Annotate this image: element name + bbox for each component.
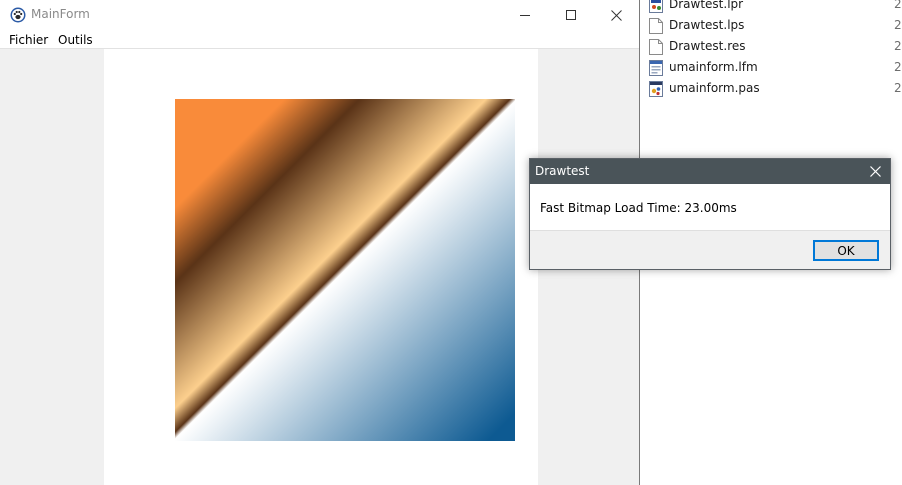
file-date: 29: [894, 60, 902, 74]
maximize-button[interactable]: [548, 0, 594, 30]
file-row[interactable]: Drawtest.res 29: [640, 37, 902, 58]
menu-fichier[interactable]: Fichier: [9, 33, 48, 47]
ok-button[interactable]: OK: [813, 240, 879, 261]
ok-button-label: OK: [837, 243, 855, 258]
pascal-source-icon: [649, 81, 663, 97]
file-date: 29: [894, 18, 902, 32]
dialog-footer: OK: [530, 230, 890, 269]
file-name: Drawtest.lps: [669, 18, 745, 32]
file-date: 29: [894, 39, 902, 53]
file-date: 29: [894, 81, 902, 95]
menu-bar: Fichier Outils: [0, 30, 639, 49]
desktop: Drawtest.lpr 28 Drawtest.lps 29 Drawtest…: [0, 0, 902, 485]
file-row[interactable]: Drawtest.lpr 28: [640, 0, 902, 16]
minimize-icon: [520, 15, 530, 16]
file-name: Drawtest.res: [669, 39, 746, 53]
file-name: Drawtest.lpr: [669, 0, 744, 11]
dialog-title: Drawtest: [535, 164, 590, 178]
close-button[interactable]: [593, 0, 639, 30]
file-name: umainform.lfm: [669, 60, 758, 74]
file-name: umainform.pas: [669, 81, 760, 95]
file-date: 28: [894, 0, 902, 11]
gradient-bitmap: [175, 99, 515, 441]
dialog-message: Fast Bitmap Load Time: 23.00ms: [540, 201, 737, 215]
document-icon: [649, 39, 663, 55]
close-icon: [610, 9, 622, 21]
maximize-icon: [566, 10, 576, 20]
window-title: MainForm: [31, 7, 90, 21]
form-file-icon: [649, 60, 663, 76]
close-icon: [869, 166, 881, 177]
lazarus-paw-icon: [10, 7, 26, 23]
file-row[interactable]: Drawtest.lps 29: [640, 16, 902, 37]
minimize-button[interactable]: [502, 0, 548, 30]
main-window-titlebar[interactable]: MainForm: [0, 0, 639, 30]
lazarus-project-icon: [649, 0, 663, 13]
dialog-body: Fast Bitmap Load Time: 23.00ms: [530, 184, 890, 230]
file-row[interactable]: umainform.lfm 29: [640, 58, 902, 79]
message-dialog: Drawtest Fast Bitmap Load Time: 23.00ms …: [529, 158, 891, 270]
dialog-titlebar[interactable]: Drawtest: [530, 159, 890, 184]
menu-outils[interactable]: Outils: [58, 33, 93, 47]
dialog-close-button[interactable]: [860, 159, 890, 184]
file-row[interactable]: umainform.pas 29: [640, 79, 902, 100]
document-icon: [649, 18, 663, 34]
paint-canvas: [104, 49, 538, 485]
